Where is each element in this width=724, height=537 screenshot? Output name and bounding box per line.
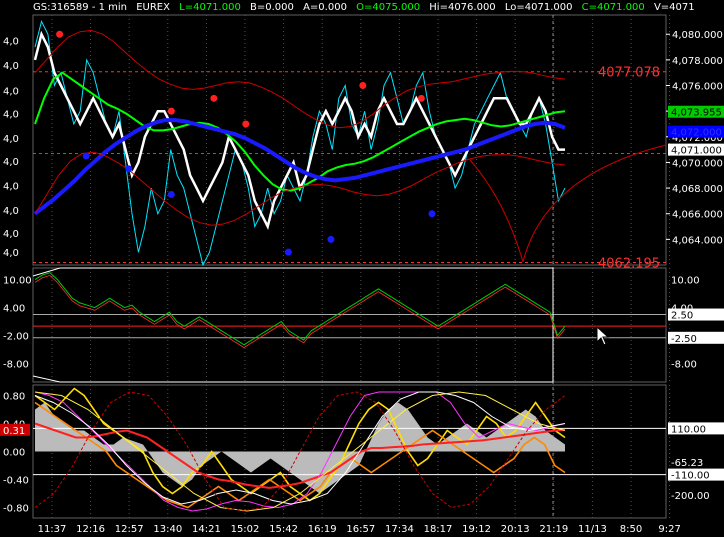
time-tick-label: 18:17 bbox=[424, 524, 453, 535]
osc1-right-label: -2.50 bbox=[671, 334, 697, 345]
price-axis-label: 4,070.000 bbox=[672, 158, 723, 169]
osc1-series-osc bbox=[34, 272, 566, 346]
price-axis-label: 4,064.000 bbox=[672, 235, 723, 246]
swing-low-dot bbox=[125, 165, 133, 173]
osc2-right-label: -65.23 bbox=[671, 458, 703, 469]
swing-low-dot bbox=[82, 152, 90, 160]
price-left-label: 4,0 bbox=[3, 157, 19, 168]
osc1-series-shadow bbox=[34, 274, 566, 349]
swing-low-dot bbox=[167, 190, 175, 198]
swing-low-dot bbox=[428, 210, 436, 218]
swing-high-dot bbox=[56, 30, 64, 38]
time-tick-label: 16:19 bbox=[308, 524, 337, 535]
time-tick-label: 13:40 bbox=[153, 524, 182, 535]
time-tick-label: 19:12 bbox=[462, 524, 491, 535]
osc2-gray-area bbox=[35, 402, 565, 494]
swing-low-dot bbox=[327, 235, 335, 243]
time-tick-label: 12:57 bbox=[115, 524, 144, 535]
swing-high-dot bbox=[167, 107, 175, 115]
swing-high-dot bbox=[359, 82, 367, 90]
price-left-label: 4,0 bbox=[3, 87, 19, 98]
price-level-label: 4062.195 bbox=[598, 257, 660, 272]
osc2-right-label: -110.00 bbox=[671, 471, 710, 482]
time-tick-label: 8:50 bbox=[620, 524, 642, 535]
osc2-current-badge: 0.31 bbox=[3, 426, 25, 437]
time-tick-label: 17:34 bbox=[385, 524, 414, 535]
osc1-left-label: 4.00 bbox=[3, 304, 25, 315]
price-arc bbox=[522, 144, 667, 263]
osc1-right-label: 2.50 bbox=[671, 311, 693, 322]
time-tick-label: 20:13 bbox=[501, 524, 530, 535]
price-left-label: 4,0 bbox=[3, 248, 19, 259]
osc2-right-label: -200.00 bbox=[671, 491, 710, 502]
time-tick-label: 14:21 bbox=[192, 524, 221, 535]
swing-high-dot bbox=[417, 94, 425, 102]
chart-canvas[interactable]: 11:37 12:16 12:57 13:40 14:21 15:02 15:42 16:19… bbox=[0, 0, 724, 537]
osc1-right-label: -8.00 bbox=[671, 359, 697, 370]
swing-low-dot bbox=[284, 248, 292, 256]
time-tick-label: 21:19 bbox=[539, 524, 568, 535]
price-badge: 4,072.000 bbox=[671, 128, 722, 139]
swing-high-dot bbox=[210, 94, 218, 102]
price-left-label: 4,0 bbox=[3, 110, 19, 121]
price-badge: 4,071.000 bbox=[671, 146, 722, 157]
osc2-left-label: -0.80 bbox=[3, 504, 29, 515]
time-tick-label: 15:42 bbox=[269, 524, 298, 535]
price-badge: 4,073.955 bbox=[671, 108, 722, 119]
osc1-right-label: 10.00 bbox=[671, 276, 700, 287]
osc1-envelope bbox=[32, 267, 554, 383]
panel-frame-0 bbox=[32, 14, 667, 266]
price-left-label: 4,0 bbox=[3, 134, 19, 145]
price-axis-label: 4,078.000 bbox=[672, 56, 723, 67]
price-axis-label: 4,080.000 bbox=[672, 30, 723, 41]
mouse-pointer-icon bbox=[596, 326, 610, 346]
panel-frame-1 bbox=[32, 267, 667, 383]
time-tick-label: 9:27 bbox=[658, 524, 680, 535]
osc2-left-label: -0.40 bbox=[3, 476, 29, 487]
osc2-left-label: 0.00 bbox=[3, 448, 25, 459]
osc2-left-label: 0.80 bbox=[3, 392, 25, 403]
chart-window: GS:316589 - 1 min EUREX L=4071.000 B=0.0… bbox=[0, 0, 724, 537]
swing-high-dot bbox=[242, 120, 250, 128]
time-tick-label: 16:57 bbox=[346, 524, 375, 535]
price-series-white bbox=[33, 30, 565, 231]
osc1-left-label: 10.00 bbox=[3, 276, 32, 287]
osc1-left-label: -8.00 bbox=[3, 359, 29, 370]
time-tick-label: 11/13 bbox=[578, 524, 607, 535]
price-left-label: 4,0 bbox=[3, 182, 19, 193]
price-level-label: 4077.078 bbox=[598, 66, 660, 81]
time-tick-label: 15:02 bbox=[231, 524, 260, 535]
osc1-left-label: -2.00 bbox=[3, 331, 29, 342]
osc2-right-label: 110.00 bbox=[671, 424, 706, 435]
time-tick-label: 12:16 bbox=[76, 524, 105, 535]
time-tick-label: 11:37 bbox=[38, 524, 67, 535]
price-left-label: 4,0 bbox=[3, 229, 19, 240]
price-axis-label: 4,076.000 bbox=[672, 82, 723, 93]
price-left-label: 4,0 bbox=[3, 37, 19, 48]
price-axis-label: 4,066.000 bbox=[672, 210, 723, 221]
price-left-label: 4,0 bbox=[3, 206, 19, 217]
price-left-label: 4,0 bbox=[3, 61, 19, 72]
price-axis-label: 4,068.000 bbox=[672, 184, 723, 195]
